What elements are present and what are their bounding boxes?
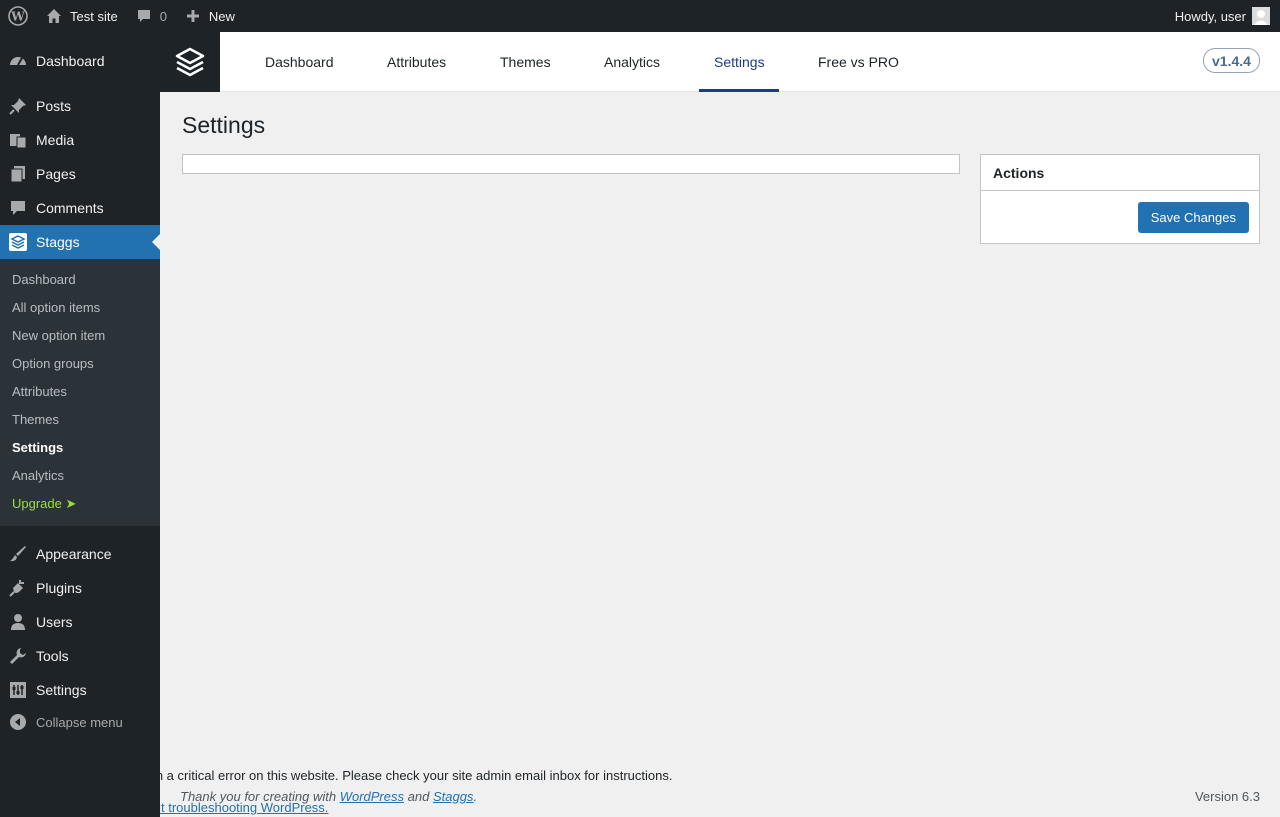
actions-title: Actions <box>981 155 1259 191</box>
sidebar-item-tools[interactable]: Tools <box>0 639 160 673</box>
footer-thanks: Thank you for creating with WordPress an… <box>180 789 477 804</box>
wrench-icon <box>0 647 36 665</box>
sidebar-item-users[interactable]: Users <box>0 605 160 639</box>
sidebar-item-label: Tools <box>36 648 69 664</box>
collapse-label: Collapse menu <box>36 714 123 730</box>
sidebar-item-label: Staggs <box>36 234 80 250</box>
submenu-item-option-groups[interactable]: Option groups <box>12 356 94 371</box>
plugin-header: Dashboard Attributes Themes Analytics Se… <box>160 32 1280 92</box>
media-icon <box>0 131 36 149</box>
staggs-icon <box>0 233 36 251</box>
sidebar-item-settings[interactable]: Settings <box>0 673 160 707</box>
avatar <box>1252 7 1270 25</box>
layers-icon <box>175 47 205 77</box>
pages-icon <box>0 165 36 183</box>
page-title: Settings <box>182 112 266 138</box>
error-notice-text: There has been a critical error on this … <box>160 768 673 783</box>
tab-free-vs-pro[interactable]: Free vs PRO <box>818 32 899 92</box>
submenu-item-themes[interactable]: Themes <box>12 412 59 427</box>
tab-attributes[interactable]: Attributes <box>387 32 446 92</box>
site-name-link[interactable]: Test site <box>36 0 126 32</box>
svg-text:W: W <box>10 10 25 24</box>
submenu-item-dashboard[interactable]: Dashboard <box>12 272 76 287</box>
current-menu-arrow <box>152 234 160 250</box>
active-tab-indicator <box>699 89 779 92</box>
new-content-link[interactable]: New <box>175 0 243 32</box>
submenu-item-upgrade[interactable]: Upgrade ➤ <box>12 496 76 512</box>
plug-icon <box>0 579 36 597</box>
sidebar-item-label: Settings <box>36 682 87 698</box>
staggs-submenu: Dashboard All option items New option it… <box>0 259 160 526</box>
save-changes-button[interactable]: Save Changes <box>1137 202 1249 233</box>
tab-dashboard[interactable]: Dashboard <box>265 32 334 92</box>
dashboard-icon <box>0 52 36 70</box>
sidebar-item-label: Media <box>36 132 75 148</box>
comment-icon <box>134 6 154 26</box>
submenu-item-all-option-items[interactable]: All option items <box>12 300 100 315</box>
brush-icon <box>0 545 36 563</box>
submenu-item-new-option-item[interactable]: New option item <box>12 328 105 343</box>
pin-icon <box>0 97 36 115</box>
footer-and: and <box>407 789 430 804</box>
admin-sidebar: Dashboard Posts Media Pages Comments Sta… <box>0 32 160 817</box>
sidebar-item-plugins[interactable]: Plugins <box>0 571 160 605</box>
tab-analytics[interactable]: Analytics <box>604 32 660 92</box>
footer-thanks-prefix: Thank you for creating with <box>180 789 337 804</box>
sidebar-item-label: Posts <box>36 98 72 114</box>
wordpress-link[interactable]: WordPress <box>340 789 404 804</box>
plus-icon <box>183 6 203 26</box>
settings-panel <box>182 154 960 174</box>
site-name: Test site <box>70 8 118 24</box>
tab-themes[interactable]: Themes <box>500 32 551 92</box>
comments-count: 0 <box>159 8 167 24</box>
wordpress-logo-icon[interactable]: W <box>0 0 36 32</box>
sidebar-item-dashboard[interactable]: Dashboard <box>0 44 160 78</box>
comment-icon <box>0 199 36 217</box>
sidebar-item-posts[interactable]: Posts <box>0 89 160 123</box>
staggs-logo[interactable] <box>160 32 220 92</box>
sidebar-item-label: Pages <box>36 166 76 182</box>
version-badge: v1.4.4 <box>1203 48 1260 73</box>
new-label: New <box>208 8 235 24</box>
footer-period: . <box>473 789 478 804</box>
sidebar-item-label: Comments <box>36 200 104 216</box>
tab-settings[interactable]: Settings <box>714 32 765 92</box>
howdy-text: Howdy, user <box>1174 8 1246 24</box>
submenu-item-settings[interactable]: Settings <box>12 440 63 455</box>
submenu-item-attributes[interactable]: Attributes <box>12 384 67 399</box>
admin-bar: W Test site 0 New Howdy, user <box>0 0 1280 32</box>
staggs-link[interactable]: Staggs <box>433 789 473 804</box>
collapse-icon <box>0 714 36 730</box>
comments-link[interactable]: 0 <box>126 0 175 32</box>
sidebar-item-label: Users <box>36 614 73 630</box>
wp-version: Version 6.3 <box>1194 789 1260 804</box>
sidebar-item-label: Plugins <box>36 580 82 596</box>
sidebar-item-label: Dashboard <box>36 53 105 69</box>
sliders-icon <box>0 681 36 699</box>
home-icon <box>44 6 64 26</box>
sidebar-item-appearance[interactable]: Appearance <box>0 537 160 571</box>
sidebar-item-staggs[interactable]: Staggs <box>0 225 160 259</box>
actions-box: Actions Save Changes <box>980 154 1260 244</box>
user-icon <box>0 613 36 631</box>
submenu-item-analytics[interactable]: Analytics <box>12 468 64 483</box>
collapse-menu-button[interactable]: Collapse menu <box>0 705 160 739</box>
my-account-link[interactable]: Howdy, user <box>1167 0 1280 32</box>
sidebar-item-pages[interactable]: Pages <box>0 157 160 191</box>
sidebar-item-media[interactable]: Media <box>0 123 160 157</box>
sidebar-item-comments[interactable]: Comments <box>0 191 160 225</box>
sidebar-item-label: Appearance <box>36 546 112 562</box>
